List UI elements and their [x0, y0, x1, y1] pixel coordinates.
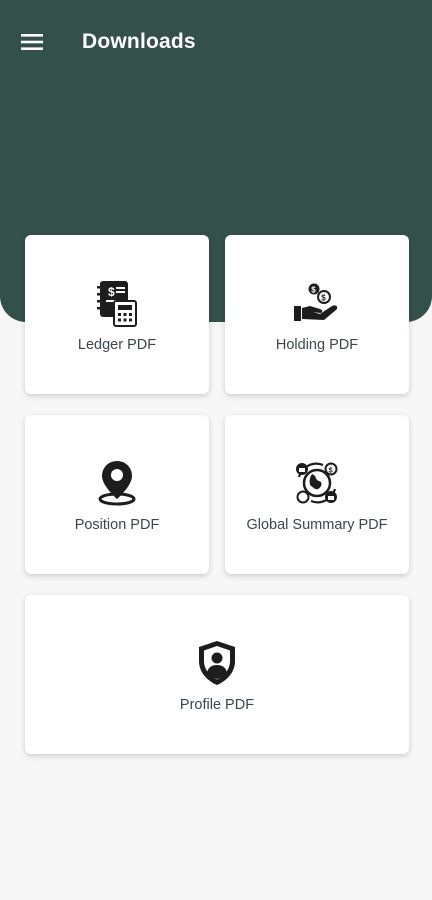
holding-pdf-card[interactable]: $ $ Holding PDF — [225, 235, 409, 394]
profile-shield-icon — [191, 637, 243, 689]
global-exchange-icon: $ — [291, 457, 343, 509]
position-pdf-card[interactable]: Position PDF — [25, 415, 209, 574]
location-pin-icon — [91, 457, 143, 509]
menu-button[interactable] — [18, 30, 46, 54]
ledger-calculator-icon: $ — [91, 277, 143, 329]
global-summary-pdf-card[interactable]: $ Global Summary PDF — [225, 415, 409, 574]
page-title: Downloads — [82, 30, 196, 53]
global-summary-pdf-label: Global Summary PDF — [246, 516, 388, 533]
profile-pdf-card[interactable]: Profile PDF — [25, 595, 409, 754]
hamburger-menu-icon — [21, 34, 43, 50]
svg-text:$: $ — [108, 285, 115, 299]
svg-text:$: $ — [321, 293, 326, 302]
holding-pdf-label: Holding PDF — [275, 336, 359, 353]
downloads-screen: Downloads $ Ledger PDF $ $ Holding PDF P… — [0, 0, 432, 900]
hand-coins-icon: $ $ — [291, 277, 343, 329]
ledger-pdf-label: Ledger PDF — [77, 336, 157, 353]
profile-pdf-label: Profile PDF — [179, 696, 255, 713]
ledger-pdf-card[interactable]: $ Ledger PDF — [25, 235, 209, 394]
svg-text:$: $ — [311, 285, 316, 294]
position-pdf-label: Position PDF — [74, 516, 160, 533]
